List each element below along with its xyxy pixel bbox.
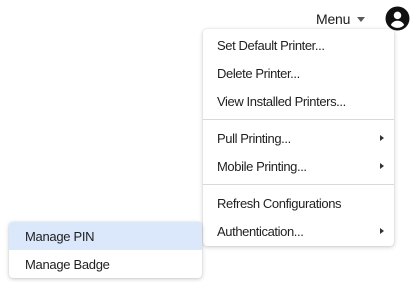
menu-divider: [203, 119, 394, 120]
menu-item-delete-printer[interactable]: Delete Printer...: [203, 59, 394, 87]
caret-down-icon: [357, 17, 366, 22]
submenu-item-manage-badge[interactable]: Manage Badge: [9, 250, 202, 278]
menu-item-label: Authentication...: [217, 223, 304, 239]
menu-button-label: Menu: [316, 11, 351, 27]
submenu-item-manage-pin[interactable]: Manage PIN: [9, 222, 202, 250]
account-circle-icon[interactable]: [385, 6, 410, 31]
chevron-right-icon: [380, 134, 384, 141]
menu-item-label: Refresh Configurations: [217, 195, 342, 211]
menu-button[interactable]: Menu: [316, 8, 366, 30]
menu-item-pull-printing[interactable]: Pull Printing...: [203, 124, 394, 152]
menu-item-authentication[interactable]: Authentication...: [203, 217, 394, 245]
main-menu-dropdown: Set Default Printer... Delete Printer...…: [203, 29, 394, 246]
chevron-right-icon: [380, 227, 384, 234]
menu-item-view-installed-printers[interactable]: View Installed Printers...: [203, 87, 394, 115]
submenu-item-label: Manage Badge: [25, 256, 110, 272]
menu-item-mobile-printing[interactable]: Mobile Printing...: [203, 152, 394, 180]
menu-divider: [203, 184, 394, 185]
menu-item-label: Pull Printing...: [217, 130, 291, 146]
chevron-right-icon: [380, 162, 384, 169]
authentication-submenu: Manage PIN Manage Badge: [9, 222, 202, 278]
submenu-item-label: Manage PIN: [25, 228, 95, 244]
menu-item-label: Delete Printer...: [217, 65, 300, 81]
menu-item-label: Set Default Printer...: [217, 37, 325, 53]
menu-item-label: View Installed Printers...: [217, 93, 346, 109]
menu-item-refresh-configurations[interactable]: Refresh Configurations: [203, 189, 394, 217]
menu-item-set-default-printer[interactable]: Set Default Printer...: [203, 31, 394, 59]
menu-item-label: Mobile Printing...: [217, 158, 307, 174]
